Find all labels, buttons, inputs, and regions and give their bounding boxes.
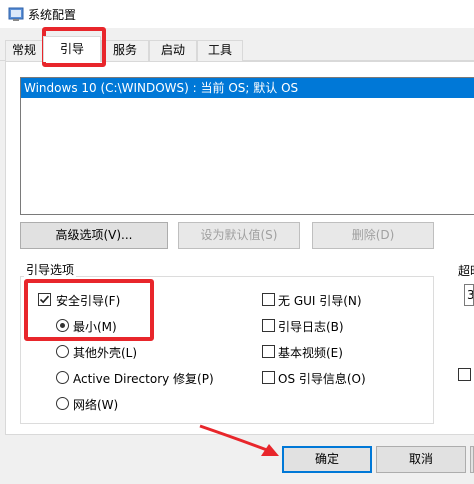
boot-options-label: 引导选项 — [24, 262, 77, 278]
tab-tools[interactable]: 工具 — [197, 40, 243, 61]
no-gui-boot-checkbox[interactable] — [262, 293, 275, 306]
os-boot-info-checkbox[interactable] — [262, 371, 275, 384]
no-gui-boot-label: 无 GUI 引导(N) — [278, 294, 362, 308]
apply-button-partial[interactable] — [470, 446, 474, 473]
delete-button[interactable]: 删除(D) — [312, 222, 434, 249]
alternate-shell-label: 其他外壳(L) — [73, 346, 138, 360]
annotation-arrow-icon — [199, 424, 279, 456]
make-permanent-checkbox[interactable] — [458, 368, 471, 381]
timeout-value: 3 — [467, 288, 474, 302]
tab-startup[interactable]: 启动 — [149, 40, 197, 61]
boot-entry-windows10[interactable]: Windows 10 (C:\WINDOWS) : 当前 OS; 默认 OS — [21, 78, 474, 98]
timeout-label: 超时 — [458, 264, 474, 278]
active-directory-repair-radio[interactable] — [56, 371, 69, 384]
tab-general[interactable]: 常规 — [5, 40, 43, 61]
tab-services[interactable]: 服务 — [101, 40, 149, 61]
os-boot-info-label: OS 引导信息(O) — [278, 372, 366, 386]
annotation-box-safe-boot — [24, 279, 154, 341]
boot-log-label: 引导日志(B) — [278, 320, 344, 334]
base-video-checkbox[interactable] — [262, 345, 275, 358]
window-title: 系统配置 — [28, 8, 77, 22]
boot-log-checkbox[interactable] — [262, 319, 275, 332]
set-default-button[interactable]: 设为默认值(S) — [178, 222, 300, 249]
network-label: 网络(W) — [73, 398, 119, 412]
tab-boot[interactable]: 引导 — [43, 36, 101, 62]
active-directory-repair-label: Active Directory 修复(P) — [73, 372, 214, 386]
network-radio[interactable] — [56, 397, 69, 410]
msconfig-icon — [8, 6, 24, 22]
cancel-button[interactable]: 取消 — [376, 446, 466, 473]
advanced-options-button[interactable]: 高级选项(V)... — [20, 222, 168, 249]
alternate-shell-radio[interactable] — [56, 345, 69, 358]
base-video-label: 基本视频(E) — [278, 346, 343, 360]
timeout-input[interactable]: 3 — [464, 284, 474, 306]
ok-button[interactable]: 确定 — [282, 446, 372, 473]
